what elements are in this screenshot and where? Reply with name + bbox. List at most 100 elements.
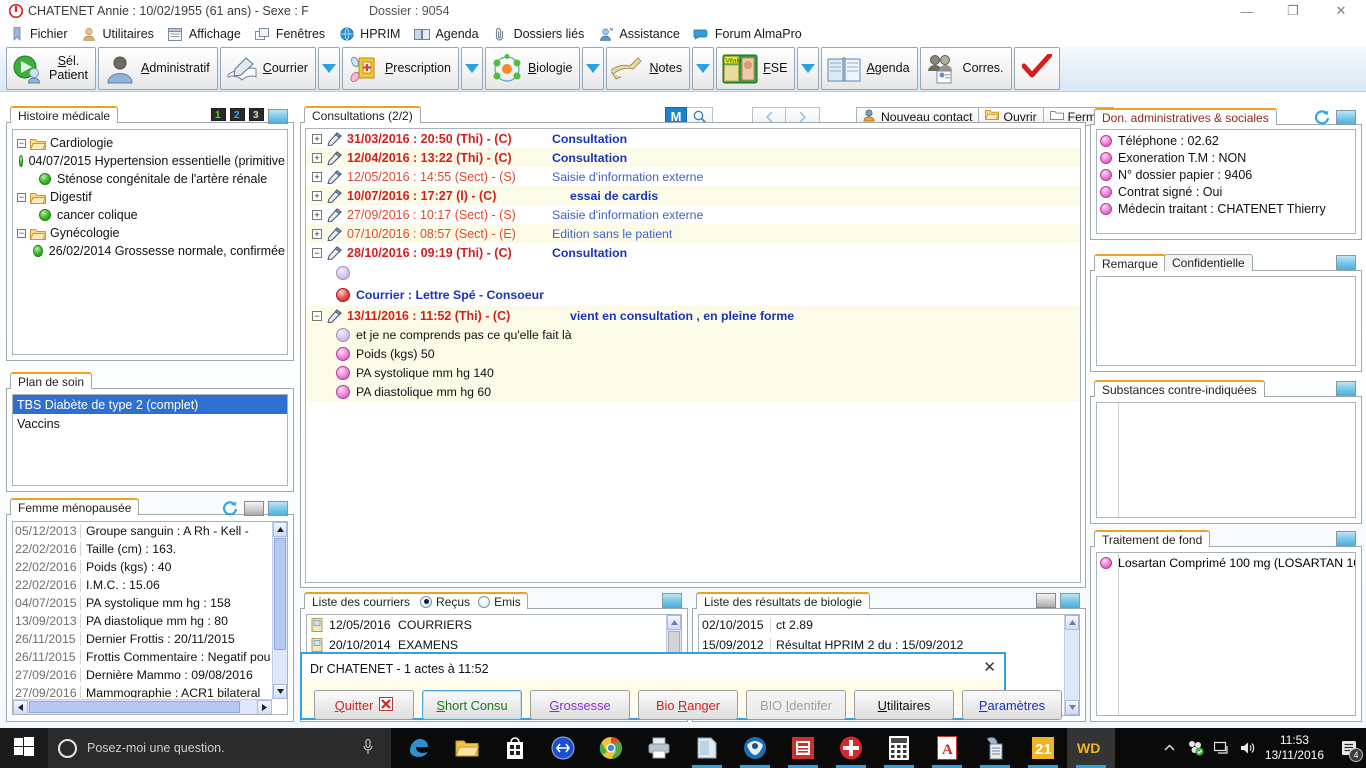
remarque-textarea[interactable] xyxy=(1096,276,1356,366)
toolbar-dropdown-notes[interactable] xyxy=(692,47,715,90)
toolbar-button-courrier[interactable]: Courrier xyxy=(219,47,316,90)
expander-icon[interactable]: + xyxy=(312,209,322,220)
scroll-up-arrow[interactable] xyxy=(1065,615,1079,630)
toolbar-dropdown-courrier[interactable] xyxy=(317,47,340,90)
menu-item-fichier[interactable]: Fichier xyxy=(8,27,68,42)
panel-tab-remarque[interactable]: Remarque xyxy=(1094,254,1167,271)
tree-leaf[interactable]: Sténose congénitale de l'artère rénale xyxy=(17,170,285,188)
dialog-close-button[interactable]: ✕ xyxy=(983,658,996,676)
panel-tab-don-administratives[interactable]: Don. administratives & sociales xyxy=(1094,108,1277,125)
vertical-scrollbar[interactable] xyxy=(272,522,287,699)
panel-tab-femme-menopausee[interactable]: Femme ménopausée xyxy=(10,498,140,515)
taskbar-app-explorer[interactable] xyxy=(443,728,491,768)
menu-item-fenetres[interactable]: Fenêtres xyxy=(254,27,325,42)
cortana-search-box[interactable]: Posez-moi une question. xyxy=(48,728,391,768)
notification-center-button[interactable]: 4 xyxy=(1332,728,1366,768)
toolbar-button-agenda[interactable]: Agenda xyxy=(821,47,918,90)
list-item[interactable]: Médecin traitant : CHATENET Thierry xyxy=(1100,200,1353,217)
expander-icon[interactable]: + xyxy=(312,152,322,163)
expander-icon[interactable]: + xyxy=(312,133,322,144)
list-item[interactable]: Contrat signé : Oui xyxy=(1100,183,1353,200)
consultation-row[interactable]: + 12/05/2016 : 14:55 (Sect) - (S) Saisie… xyxy=(306,167,1080,186)
femme-menopausee-expand-button[interactable] xyxy=(268,500,288,516)
toolbar-button-sel-patient[interactable]: Sél. Patient xyxy=(6,47,96,90)
close-button[interactable]: ✕ xyxy=(1316,0,1366,22)
consultation-subrow[interactable]: PA systolique mm hg 140 xyxy=(306,363,1080,382)
taskbar-app-chrome[interactable] xyxy=(587,728,635,768)
horizontal-scrollbar[interactable] xyxy=(13,699,272,714)
menu-item-hprim[interactable]: HPRIM xyxy=(338,27,400,42)
taskbar-app-docscan[interactable] xyxy=(971,728,1019,768)
taskbar-app-printer[interactable] xyxy=(635,728,683,768)
taskbar-app-store[interactable] xyxy=(491,728,539,768)
taskbar-app-calculator[interactable] xyxy=(875,728,923,768)
consultation-subrow[interactable]: et je ne comprends pas ce qu'elle fait l… xyxy=(306,325,1080,344)
taskbar-app-office-21[interactable]: 21 xyxy=(1019,728,1067,768)
menu-item-forum-almapro[interactable]: Forum AlmaPro xyxy=(693,27,802,42)
list-item[interactable]: TBS Diabète de type 2 (complet) xyxy=(13,395,287,414)
menu-item-affichage[interactable]: Affichage xyxy=(167,27,241,42)
refresh-icon[interactable] xyxy=(220,500,240,516)
taskbar-app-acrobat[interactable]: A xyxy=(923,728,971,768)
minimize-button[interactable]: — xyxy=(1224,0,1270,22)
scrollbar-thumb[interactable] xyxy=(668,631,680,653)
remarque-expand-button[interactable] xyxy=(1336,255,1356,270)
radio-button-icon[interactable] xyxy=(420,595,433,608)
consultation-subrow[interactable]: PA diastolique mm hg 60 xyxy=(306,382,1080,401)
femme-menopausee-collapse-button[interactable] xyxy=(244,500,264,516)
scrollbar-thumb[interactable] xyxy=(274,538,286,650)
radio-button-icon[interactable] xyxy=(478,595,491,608)
microphone-icon[interactable] xyxy=(363,738,373,758)
tree-leaf[interactable]: 04/07/2015 Hypertension essentielle (pri… xyxy=(17,152,285,170)
expander-icon[interactable]: − xyxy=(312,310,322,321)
tree-folder[interactable]: − Gynécologie xyxy=(17,224,285,242)
consultation-subrow[interactable] xyxy=(306,262,1080,284)
list-item[interactable]: 02/10/2015 ct 2.89 xyxy=(699,615,1063,635)
tree-leaf[interactable]: 26/02/2014 Grossesse normale, confirmée xyxy=(17,242,285,260)
scrollbar-thumb[interactable] xyxy=(29,701,240,713)
vertical-scrollbar[interactable] xyxy=(1064,615,1079,715)
dialog-button-parametres[interactable]: Paramètres xyxy=(962,690,1062,720)
list-item[interactable]: 22/02/2016 I.M.C. : 15.06 xyxy=(13,576,271,594)
expander-icon[interactable]: + xyxy=(312,171,322,182)
menu-item-assistance[interactable]: Assistance xyxy=(597,27,680,42)
taskbar-app-windev[interactable]: WD xyxy=(1067,728,1115,768)
dialog-button-bio-ranger[interactable]: Bio Ranger xyxy=(638,690,738,720)
dialog-button-quitter[interactable]: Quitter xyxy=(314,690,414,720)
list-item[interactable]: 22/02/2016 Poids (kgs) : 40 xyxy=(13,558,271,576)
histoire-medicale-expand-button[interactable] xyxy=(268,108,288,124)
taskbar-app-thunderbird[interactable] xyxy=(731,728,779,768)
toolbar-validate-button[interactable] xyxy=(1013,47,1060,90)
scroll-right-arrow[interactable] xyxy=(257,700,272,714)
panel-tab-confidentielle[interactable]: Confidentielle xyxy=(1164,254,1253,271)
consultation-subrow[interactable]: Poids (kgs) 50 xyxy=(306,344,1080,363)
sync-icon[interactable] xyxy=(1183,728,1209,768)
menu-item-dossiers-lies[interactable]: Dossiers liés xyxy=(492,27,584,42)
dialog-button-short-consu[interactable]: Short Consu xyxy=(422,690,522,720)
substances-list[interactable] xyxy=(1096,402,1356,518)
list-item[interactable]: 04/07/2015 PA systolique mm hg : 158 xyxy=(13,594,271,612)
list-item[interactable]: Téléphone : 02.62 xyxy=(1100,132,1353,149)
scroll-down-arrow[interactable] xyxy=(273,684,287,699)
list-item[interactable]: 13/09/2013 PA diastolique mm hg : 80 xyxy=(13,612,271,630)
network-icon[interactable] xyxy=(1209,728,1235,768)
list-item[interactable]: Exoneration T.M : NON xyxy=(1100,149,1353,166)
list-item[interactable]: 12/05/2016 COURRIERS xyxy=(307,615,665,635)
list-item[interactable]: 26/11/2015 Frottis Commentaire : Negatif … xyxy=(13,648,271,666)
radio-recus[interactable]: Reçus xyxy=(420,595,470,609)
tree-leaf[interactable]: cancer colique xyxy=(17,206,285,224)
list-item[interactable]: 22/02/2016 Taille (cm) : 163. xyxy=(13,540,271,558)
panel-tab-liste-biologie[interactable]: Liste des résultats de biologie xyxy=(696,592,871,609)
toolbar-button-administratif[interactable]: Administratif xyxy=(98,47,218,90)
badge-1-icon[interactable]: 1 xyxy=(210,107,227,124)
taskbar-app-publisher[interactable] xyxy=(779,728,827,768)
list-item[interactable]: 27/09/2016 Dernière Mammo : 09/08/2016 xyxy=(13,666,271,684)
expander-icon[interactable]: − xyxy=(17,138,26,148)
refresh-icon[interactable] xyxy=(1312,109,1332,125)
scroll-up-arrow[interactable] xyxy=(273,522,287,537)
traitement-expand-button[interactable] xyxy=(1336,531,1356,546)
expander-icon[interactable]: − xyxy=(17,228,26,238)
list-item[interactable]: Losartan Comprimé 100 mg (LOSARTAN 100MG… xyxy=(1097,553,1355,571)
expander-icon[interactable]: − xyxy=(312,247,322,258)
don-admin-expand-button[interactable] xyxy=(1336,109,1356,125)
